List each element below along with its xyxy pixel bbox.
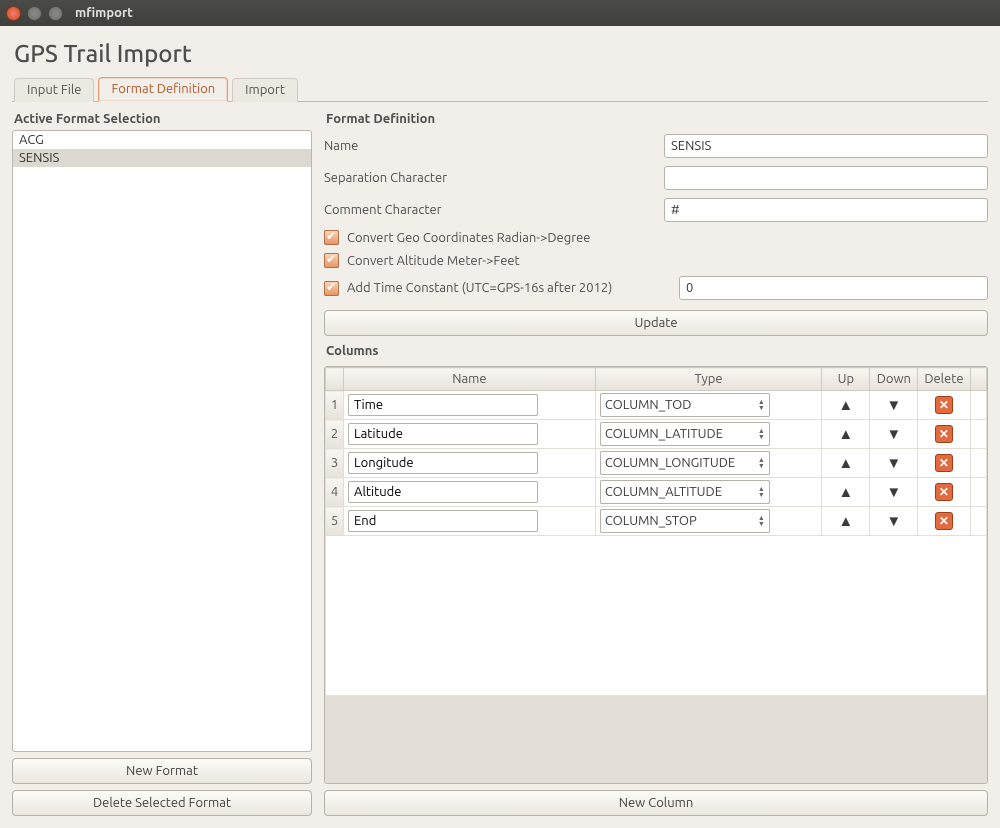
format-definition-heading: Format Definition bbox=[326, 112, 988, 126]
name-input[interactable] bbox=[664, 134, 988, 158]
move-up-icon[interactable]: ▲ bbox=[838, 512, 853, 529]
column-row: 3COLUMN_LONGITUDE▲▼▲▼✕ bbox=[326, 449, 987, 478]
delete-icon[interactable]: ✕ bbox=[935, 425, 953, 443]
format-list[interactable]: ACGSENSIS bbox=[12, 130, 312, 752]
column-type-select[interactable]: COLUMN_TOD ▲▼ bbox=[600, 393, 770, 417]
delete-icon[interactable]: ✕ bbox=[935, 483, 953, 501]
column-type-value: COLUMN_LATITUDE bbox=[605, 427, 723, 441]
tab-import[interactable]: Import bbox=[232, 78, 298, 102]
move-down-icon[interactable]: ▼ bbox=[886, 512, 901, 529]
row-number: 4 bbox=[326, 478, 344, 507]
col-header-type: Type bbox=[595, 368, 822, 391]
col-header-delete: Delete bbox=[918, 368, 970, 391]
column-type-select[interactable]: COLUMN_LATITUDE ▲▼ bbox=[600, 422, 770, 446]
comment-label: Comment Character bbox=[324, 203, 664, 217]
column-type-select[interactable]: COLUMN_ALTITUDE ▲▼ bbox=[600, 480, 770, 504]
window-close-icon[interactable] bbox=[6, 6, 21, 21]
column-type-value: COLUMN_LONGITUDE bbox=[605, 456, 735, 470]
time-constant-input[interactable] bbox=[679, 276, 988, 300]
move-down-icon[interactable]: ▼ bbox=[886, 483, 901, 500]
columns-heading: Columns bbox=[326, 344, 988, 358]
separation-label: Separation Character bbox=[324, 171, 664, 185]
new-column-button[interactable]: New Column bbox=[324, 790, 988, 816]
convert-coords-label: Convert Geo Coordinates Radian->Degree bbox=[347, 231, 590, 245]
spinner-icon: ▲▼ bbox=[752, 428, 765, 440]
column-row: 1COLUMN_TOD▲▼▲▼✕ bbox=[326, 391, 987, 420]
move-down-icon[interactable]: ▼ bbox=[886, 454, 901, 471]
format-item-sensis[interactable]: SENSIS bbox=[13, 149, 311, 167]
convert-altitude-label: Convert Altitude Meter->Feet bbox=[347, 254, 520, 268]
separation-input[interactable] bbox=[664, 166, 988, 190]
col-header-name: Name bbox=[344, 368, 596, 391]
column-name-input[interactable] bbox=[348, 423, 538, 445]
column-type-value: COLUMN_ALTITUDE bbox=[605, 485, 722, 499]
update-button[interactable]: Update bbox=[324, 310, 988, 336]
convert-altitude-checkbox[interactable] bbox=[324, 253, 339, 268]
format-item-acg[interactable]: ACG bbox=[13, 131, 311, 149]
column-type-value: COLUMN_STOP bbox=[605, 514, 697, 528]
window-minimize-icon[interactable] bbox=[27, 6, 42, 21]
name-label: Name bbox=[324, 139, 664, 153]
row-number: 2 bbox=[326, 420, 344, 449]
tab-input-file[interactable]: Input File bbox=[14, 78, 94, 102]
col-header-pad bbox=[970, 368, 986, 391]
column-type-select[interactable]: COLUMN_STOP ▲▼ bbox=[600, 509, 770, 533]
move-down-icon[interactable]: ▼ bbox=[886, 425, 901, 442]
page-title: GPS Trail Import bbox=[14, 40, 988, 67]
column-name-input[interactable] bbox=[348, 481, 538, 503]
spinner-icon: ▲▼ bbox=[752, 515, 765, 527]
add-time-constant-checkbox[interactable] bbox=[324, 281, 339, 296]
move-up-icon[interactable]: ▲ bbox=[838, 425, 853, 442]
move-up-icon[interactable]: ▲ bbox=[838, 454, 853, 471]
row-number: 5 bbox=[326, 507, 344, 536]
window-title: mfimport bbox=[75, 6, 133, 20]
col-header-down: Down bbox=[870, 368, 918, 391]
column-row: 5COLUMN_STOP▲▼▲▼✕ bbox=[326, 507, 987, 536]
row-number: 3 bbox=[326, 449, 344, 478]
comment-input[interactable] bbox=[664, 198, 988, 222]
spinner-icon: ▲▼ bbox=[752, 399, 765, 411]
column-row: 4COLUMN_ALTITUDE▲▼▲▼✕ bbox=[326, 478, 987, 507]
column-row: 2COLUMN_LATITUDE▲▼▲▼✕ bbox=[326, 420, 987, 449]
move-up-icon[interactable]: ▲ bbox=[838, 483, 853, 500]
window-titlebar: mfimport bbox=[0, 0, 1000, 26]
col-header-num bbox=[326, 368, 344, 391]
move-down-icon[interactable]: ▼ bbox=[886, 396, 901, 413]
delete-icon[interactable]: ✕ bbox=[935, 454, 953, 472]
tab-format-definition[interactable]: Format Definition bbox=[98, 77, 228, 102]
spinner-icon: ▲▼ bbox=[752, 457, 765, 469]
delete-format-button[interactable]: Delete Selected Format bbox=[12, 790, 312, 816]
delete-icon[interactable]: ✕ bbox=[935, 396, 953, 414]
move-up-icon[interactable]: ▲ bbox=[838, 396, 853, 413]
columns-table: Name Type Up Down Delete 1COLUMN_TOD▲▼▲▼… bbox=[325, 367, 987, 696]
convert-coords-checkbox[interactable] bbox=[324, 230, 339, 245]
row-number: 1 bbox=[326, 391, 344, 420]
spinner-icon: ▲▼ bbox=[752, 486, 765, 498]
format-selection-heading: Active Format Selection bbox=[14, 112, 312, 126]
column-name-input[interactable] bbox=[348, 394, 538, 416]
window-maximize-icon[interactable] bbox=[48, 6, 63, 21]
new-format-button[interactable]: New Format bbox=[12, 758, 312, 784]
column-name-input[interactable] bbox=[348, 510, 538, 532]
delete-icon[interactable]: ✕ bbox=[935, 512, 953, 530]
tabbar: Input FileFormat DefinitionImport bbox=[12, 77, 988, 102]
column-name-input[interactable] bbox=[348, 452, 538, 474]
col-header-up: Up bbox=[822, 368, 870, 391]
add-time-constant-label: Add Time Constant (UTC=GPS-16s after 201… bbox=[347, 281, 671, 295]
column-type-select[interactable]: COLUMN_LONGITUDE ▲▼ bbox=[600, 451, 770, 475]
column-type-value: COLUMN_TOD bbox=[605, 398, 692, 412]
